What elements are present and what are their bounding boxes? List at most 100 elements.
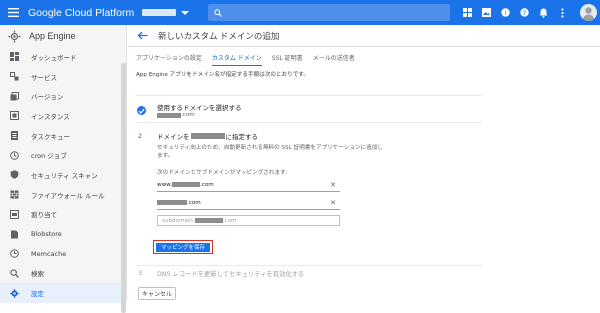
subdomain-placeholder-suffix: .com	[222, 217, 237, 224]
sidebar-item-label: 設定	[31, 290, 44, 299]
redacted-domain	[157, 112, 181, 118]
step1-domain: .com	[157, 112, 195, 118]
step1-title: 使用するドメインを選択する	[157, 104, 242, 112]
intro-text: App Engine アプリをドメイン名が指定する手順は次のとおりです。	[136, 72, 309, 78]
sidebar-item-blobstore[interactable]: Blobstore	[0, 224, 126, 244]
image-icon[interactable]	[477, 0, 496, 25]
svg-text:?: ?	[523, 9, 526, 17]
subdomain-input[interactable]: subdomain. .com	[157, 215, 340, 226]
sidebar-item-dashboard[interactable]: ダッシュボード	[0, 47, 126, 67]
sidebar-item-label: cron ジョブ	[31, 152, 67, 161]
chevron-down-icon	[181, 10, 189, 15]
sidebar-item-memcache[interactable]: Memcache	[0, 244, 126, 264]
blobstore-icon	[9, 229, 19, 239]
redacted-domain	[194, 218, 223, 223]
close-icon[interactable]: ✕	[330, 199, 336, 207]
dashboard-icon	[9, 52, 19, 62]
sidebar-item-firewall[interactable]: ファイアウォール ルール	[0, 185, 126, 205]
search-input[interactable]	[208, 4, 450, 21]
help-icon[interactable]: ?	[515, 0, 534, 25]
sidebar-item-settings[interactable]: 設定	[0, 283, 126, 303]
sidebar-item-label: Memcache	[31, 249, 67, 258]
svg-text:!: !	[504, 9, 507, 17]
sidebar-item-services[interactable]: サービス	[0, 67, 126, 87]
more-vert-icon[interactable]	[553, 0, 572, 25]
sidebar-item-label: サービス	[31, 73, 57, 82]
mapping-label: 次のドメインとサブドメインがマッピングされます:	[157, 170, 288, 176]
tab-email-senders[interactable]: メールの送信者	[313, 53, 355, 66]
sidebar-item-label: ダッシュボード	[31, 53, 77, 62]
redacted-domain	[190, 133, 225, 139]
sidebar-item-search[interactable]: 検索	[0, 264, 126, 284]
sidebar-item-security-scan[interactable]: セキュリティ スキャン	[0, 165, 126, 185]
top-app-bar: Google Cloud Platform ! ?	[0, 0, 600, 25]
domain-suffix: .com	[187, 199, 201, 206]
sidebar-header: App Engine	[0, 25, 126, 47]
sidebar-item-label: ファイアウォール ルール	[31, 191, 105, 200]
apps-icon[interactable]	[458, 0, 477, 25]
tab-ssl-certificates[interactable]: SSL 証明書	[272, 53, 303, 66]
step-select-domain: 使用するドメインを選択する .com	[136, 95, 482, 123]
sidebar: App Engine ダッシュボード サービス バージョン インスタンス タスク…	[0, 25, 127, 313]
firewall-icon	[9, 190, 19, 200]
cancel-button[interactable]: キャンセル	[138, 287, 176, 300]
step-update-dns: 3 DNS レコードを更新してセキュリティを有効化する	[136, 265, 482, 278]
app-engine-icon	[8, 30, 21, 42]
step2-number: 2	[138, 132, 143, 140]
page-header: 新しいカスタム ドメインの追加	[128, 25, 600, 47]
sidebar-item-label: タスクキュー	[31, 132, 70, 141]
search-icon	[9, 268, 19, 278]
step2-title: ドメインを に指定する	[157, 131, 258, 141]
domain-suffix: .com	[200, 181, 214, 188]
redacted-domain	[157, 200, 187, 205]
tab-custom-domains[interactable]: カスタム ドメイン	[211, 53, 262, 66]
step2-title-prefix: ドメインを	[157, 133, 190, 141]
step3-number: 3	[138, 269, 143, 277]
tab-bar: アプリケーションの設定 カスタム ドメイン SSL 証明書 メールの送信者	[136, 53, 365, 66]
domain-prefix: www.	[157, 181, 172, 188]
sidebar-item-instances[interactable]: インスタンス	[0, 106, 126, 126]
sidebar-scrollbar[interactable]	[121, 63, 126, 313]
memcache-icon	[9, 249, 19, 259]
close-icon[interactable]: ✕	[330, 181, 336, 189]
sidebar-item-versions[interactable]: バージョン	[0, 86, 126, 106]
sidebar-item-label: バージョン	[31, 93, 64, 102]
back-arrow-icon[interactable]	[132, 31, 152, 40]
save-mapping-highlight: マッピングを保存	[153, 240, 213, 254]
project-selector[interactable]	[142, 6, 194, 20]
project-name-redacted	[142, 9, 176, 16]
domain-mapping-row: www. .com ✕	[157, 178, 340, 192]
help-outline-icon[interactable]: !	[496, 0, 515, 25]
settings-icon	[9, 288, 19, 298]
step2-title-suffix: に指定する	[225, 133, 259, 141]
sidebar-item-label: セキュリティ スキャン	[31, 171, 98, 180]
instances-icon	[9, 111, 19, 121]
sidebar-title: App Engine	[29, 31, 76, 41]
check-circle-icon	[137, 106, 146, 115]
step3-title: DNS レコードを更新してセキュリティを有効化する	[157, 271, 305, 278]
domain-mapping-row: .com ✕	[157, 196, 340, 210]
sidebar-item-label: 割り当て	[31, 211, 57, 220]
sidebar-item-label: 検索	[31, 270, 44, 279]
sidebar-item-cron[interactable]: cron ジョブ	[0, 145, 126, 165]
shield-icon	[9, 170, 19, 180]
menu-icon[interactable]	[0, 0, 26, 25]
sidebar-item-quota[interactable]: 割り当て	[0, 205, 126, 225]
clock-icon	[9, 150, 19, 160]
versions-icon	[9, 91, 19, 101]
save-mapping-button[interactable]: マッピングを保存	[156, 242, 210, 252]
step1-domain-suffix: .com	[181, 112, 195, 118]
page-title: 新しいカスタム ドメインの追加	[158, 30, 280, 41]
quota-icon	[9, 209, 19, 219]
services-icon	[9, 72, 19, 82]
brand-title[interactable]: Google Cloud Platform	[28, 7, 140, 19]
bell-icon[interactable]	[534, 0, 553, 25]
main-content: 新しいカスタム ドメインの追加 アプリケーションの設定 カスタム ドメイン SS…	[128, 25, 600, 301]
sidebar-item-label: Blobstore	[31, 230, 62, 239]
sidebar-item-task-queue[interactable]: タスクキュー	[0, 126, 126, 146]
tab-app-settings[interactable]: アプリケーションの設定	[136, 53, 202, 66]
avatar[interactable]	[580, 4, 597, 21]
redacted-domain	[172, 182, 200, 187]
search-icon	[214, 8, 222, 17]
step2-description: セキュリティ向上のため、自動更新される無料の SSL 証明書をアプリケーションに…	[157, 145, 383, 159]
